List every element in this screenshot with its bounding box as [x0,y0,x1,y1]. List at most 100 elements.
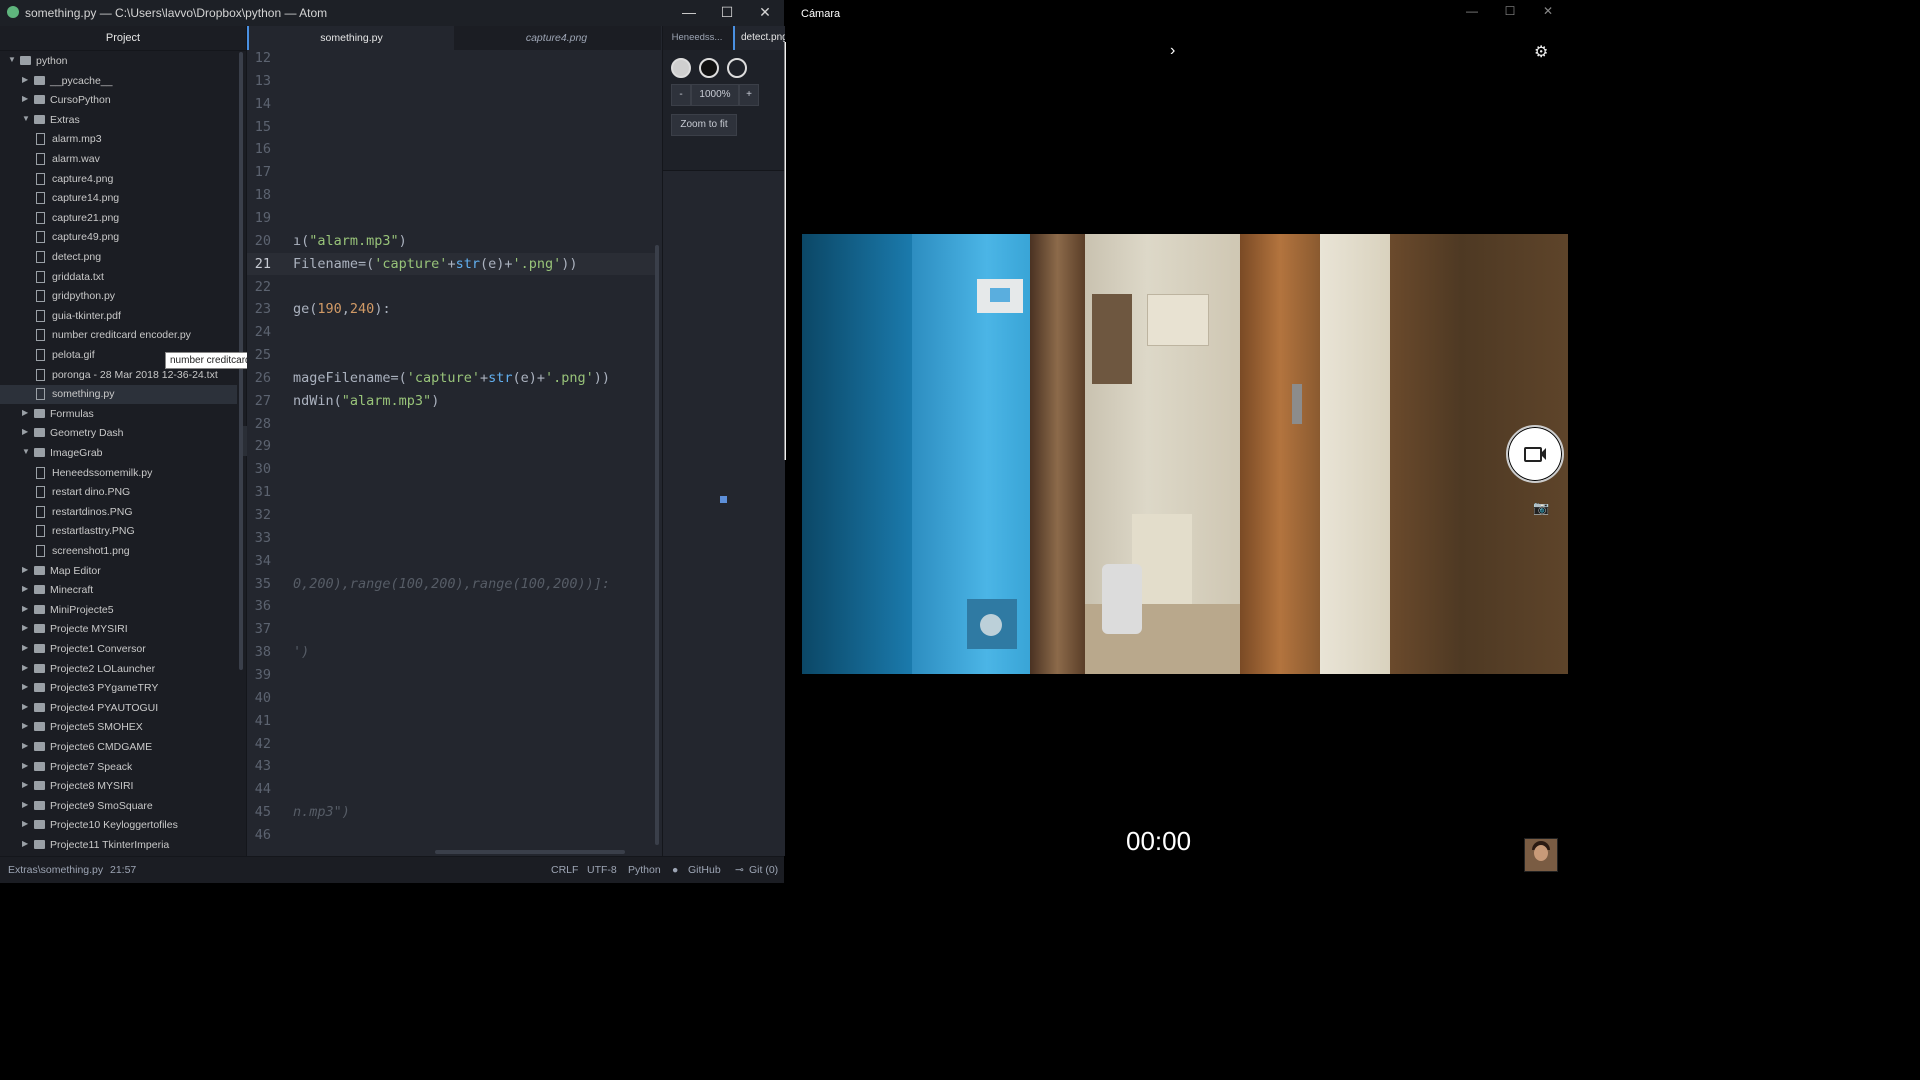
record-video-button[interactable] [1506,425,1564,483]
bg-checker-black-button[interactable] [699,58,719,78]
status-cursor-position[interactable]: 21:57 [110,864,136,876]
bg-checker-white-button[interactable] [671,58,691,78]
chevron-right-icon[interactable]: ▶ [22,408,30,417]
zoom-level[interactable]: 1000% [691,84,739,106]
tree-folder[interactable]: ▶ Projecte6 CMDGAME [0,738,237,757]
camera-maximize-button[interactable]: ☐ [1490,4,1530,18]
tree-folder[interactable]: ▶ Projecte2 LOLauncher [0,660,237,679]
project-tree-header[interactable]: Project [0,26,246,51]
status-file-path[interactable]: Extras\something.py [8,864,103,876]
tree-file[interactable]: griddata.txt [0,268,237,287]
chevron-down-icon[interactable]: ▼ [22,447,30,456]
chevron-right-icon[interactable]: ▶ [22,800,30,809]
status-grammar[interactable]: Python [628,864,661,876]
tree-folder[interactable]: ▼ Extras [0,111,237,130]
status-encoding[interactable]: UTF-8 [587,864,617,876]
chevron-right-icon[interactable]: ▶ [22,702,30,711]
tree-folder[interactable]: ▼ ImageGrab [0,444,237,463]
status-github[interactable]: GitHub [688,864,721,876]
code-line[interactable]: Filename=('capture'+str(e)+'.png')) [293,256,578,272]
code-line[interactable]: ') [293,644,309,660]
tree-file[interactable]: alarm.wav [0,150,237,169]
tree-file[interactable]: capture21.png [0,209,237,228]
chevron-right-icon[interactable]: ▶ [22,565,30,574]
tree-file[interactable]: Heneedssomemilk.py [0,464,237,483]
tree-folder[interactable]: ▶ Map Editor [0,562,237,581]
chevron-right-icon[interactable]: ▶ [22,584,30,593]
tree-folder[interactable]: ▶ Geometry Dash [0,424,237,443]
tree-folder[interactable]: ▶ CursoPython [0,91,237,110]
tree-file[interactable]: screenshot1.png [0,542,237,561]
tree-file[interactable]: number creditcard encoder.py [0,326,237,345]
tree-folder[interactable]: ▶ Projecte10 Keyloggertofiles [0,816,237,835]
zoom-to-fit-button[interactable]: Zoom to fit [671,114,737,136]
tree-file[interactable]: restartdinos.PNG [0,503,237,522]
tree-folder[interactable]: ▶ Projecte8 MYSIRI [0,777,237,796]
photo-camera-icon[interactable]: 📷 [1533,500,1549,516]
tree-file[interactable]: gridpython.py [0,287,237,306]
tree-folder[interactable]: ▶ Formulas [0,405,237,424]
editor-horizontal-scrollbar[interactable] [435,850,625,854]
zoom-out-button[interactable]: - [671,84,691,106]
tree-file[interactable]: capture49.png [0,228,237,247]
chevron-right-icon[interactable]: ▶ [22,663,30,672]
bg-transparent-button[interactable] [727,58,747,78]
tree-file[interactable]: restart dino.PNG [0,483,237,502]
close-button[interactable]: ✕ [746,0,784,26]
chevron-right-icon[interactable]: ▶ [22,721,30,730]
maximize-button[interactable]: ☐ [708,0,746,26]
chevron-right-icon[interactable]: ▶ [22,75,30,84]
editor-vertical-scrollbar[interactable] [655,245,659,845]
status-line-ending[interactable]: CRLF [551,864,578,876]
chevron-down-icon[interactable]: ▼ [22,114,30,123]
chevron-right-icon[interactable]: ▶ [22,427,30,436]
chevron-right-icon[interactable]: ▶ [22,741,30,750]
tree-folder[interactable]: ▶ MiniProjecte5 [0,601,237,620]
chevron-right-icon[interactable]: ▶ [22,780,30,789]
tree-file[interactable]: guia-tkinter.pdf [0,307,237,326]
code-line[interactable]: ı("alarm.mp3") [293,233,407,249]
chevron-right-icon[interactable]: ▶ [22,623,30,632]
tree-folder[interactable]: ▶ __pycache__ [0,72,237,91]
code-line[interactable]: ndWin("alarm.mp3") [293,393,439,409]
tree-folder[interactable]: ▶ Projecte9 SmoSquare [0,797,237,816]
chevron-down-icon[interactable]: ▼ [8,55,16,64]
tree-file[interactable]: alarm.mp3 [0,130,237,149]
chevron-right-icon[interactable]: ▶ [22,604,30,613]
minimize-button[interactable]: — [670,0,708,26]
chevron-right-icon[interactable]: ▶ [22,819,30,828]
tree-folder[interactable]: ▶ Projecte3 PYgameTRY [0,679,237,698]
code-line[interactable]: mageFilename=('capture'+str(e)+'.png')) [293,370,610,386]
chevron-right-icon[interactable]: ▶ [22,761,30,770]
tree-folder[interactable]: ▶ Projecte5 SMOHEX [0,718,237,737]
tree-file[interactable]: capture14.png [0,189,237,208]
zoom-in-button[interactable]: + [739,84,759,106]
tab-something-py[interactable]: something.py [247,26,454,50]
status-git[interactable]: Git (0) [749,864,778,876]
tree-file[interactable]: something.py [0,385,237,405]
tree-folder[interactable]: ▶ Projecte1 Conversor [0,640,237,659]
settings-gear-icon[interactable]: ⚙ [1534,42,1548,62]
chevron-right-icon[interactable]: ▶ [22,839,30,848]
code-line[interactable]: ge(190,240): [293,301,391,317]
camera-minimize-button[interactable]: — [1452,4,1492,18]
tab-heneedssomemilk[interactable]: Heneedss... [663,26,731,50]
last-capture-thumbnail[interactable] [1524,838,1558,872]
expand-arrow-icon[interactable]: › [1170,42,1175,60]
tree-folder[interactable]: ▶ Projecte MYSIRI [0,620,237,639]
code-editor[interactable]: 12 13 14 15 16 17 18 19 20 21 22 23 24 25 26 27 28 29 30 31… [247,50,661,856]
tree-folder[interactable]: ▼ python [0,52,237,71]
tree-file[interactable]: capture4.png [0,170,237,189]
code-line[interactable]: 0,200),range(100,200),range(100,200))]: [293,576,610,592]
tree-file[interactable]: detect.png [0,248,237,267]
chevron-right-icon[interactable]: ▶ [22,643,30,652]
camera-close-button[interactable]: ✕ [1528,4,1568,18]
tree-file[interactable]: restartlasttry.PNG [0,522,237,541]
tree-folder[interactable]: ▶ Projecte7 Speack [0,758,237,777]
tree-folder[interactable]: ▶ Projecte4 PYAUTOGUI [0,699,237,718]
tab-capture4-png[interactable]: capture4.png [454,26,659,50]
code-line[interactable]: n.mp3") [293,804,350,820]
tree-folder[interactable]: ▶ Projecte11 TkinterImperia [0,836,237,855]
tab-detect-png[interactable]: detect.png [733,26,785,50]
chevron-right-icon[interactable]: ▶ [22,94,30,103]
